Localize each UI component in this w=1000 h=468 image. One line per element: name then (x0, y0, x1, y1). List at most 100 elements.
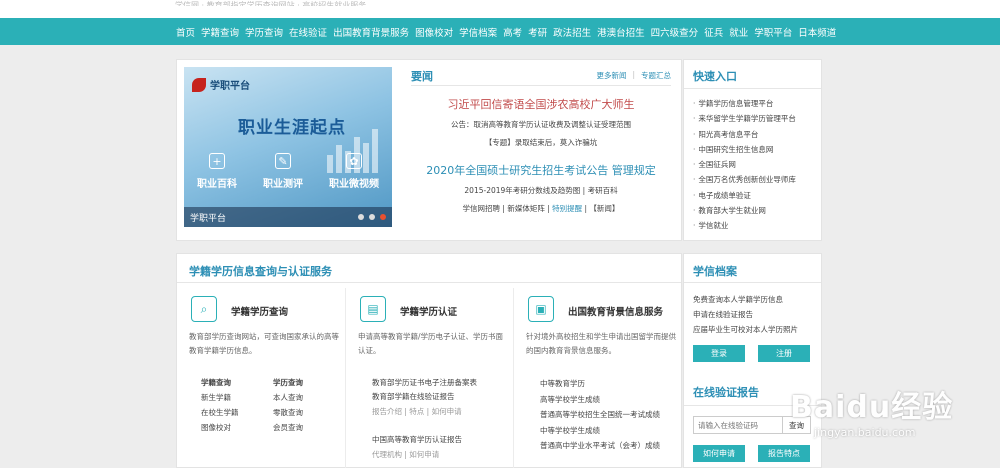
search-document-icon: ⌕ (191, 296, 217, 322)
nav-item[interactable]: 考研 (528, 25, 547, 39)
top-bar-text: 学信网 · 教育部指定学历查询网站 · 高校招生就业服务 (175, 1, 367, 6)
service-link[interactable]: 普通高中学业水平考试（会考）成绩 (540, 438, 660, 454)
query-link[interactable]: 在校生学籍 (201, 406, 273, 420)
nav-item[interactable]: 四六级查分 (651, 25, 699, 39)
query-link[interactable]: 本人查询 (273, 391, 333, 405)
verify-code-input[interactable] (693, 416, 783, 434)
quick-entry-link[interactable]: 阳光高考信息平台 (693, 127, 796, 142)
how-to-apply-button[interactable]: 如何申请 (693, 445, 745, 462)
service-column-overseas: ▣ 出国教育背景信息服务 针对境外高校招生和学生申请出国留学而提供的国内教育背景… (513, 288, 681, 468)
query-link[interactable]: 学籍查询 (201, 376, 273, 390)
nav-item[interactable]: 学历查询 (245, 25, 283, 39)
topics-link[interactable]: 专题汇总 (641, 70, 671, 81)
nav-item[interactable]: 高考 (503, 25, 522, 39)
query-link[interactable]: 学历查询 (273, 376, 333, 390)
nav-item[interactable]: 学职平台 (754, 25, 792, 39)
login-button[interactable]: 登录 (693, 345, 745, 362)
archive-link[interactable]: 申请在线验证报告 (693, 307, 798, 322)
archive-link[interactable]: 免费查询本人学籍学历信息 (693, 292, 798, 307)
query-link[interactable]: 零散查询 (273, 406, 333, 420)
carousel-feature[interactable]: ✎ 职业测评 (263, 153, 303, 190)
feature-label: 职业微视频 (329, 179, 379, 190)
feature-label: 职业测评 (263, 179, 303, 190)
news-link[interactable]: 学信网招聘 | 新媒体矩阵 | (463, 204, 553, 213)
quick-entry-link[interactable]: 教育部大学生就业网 (693, 203, 796, 218)
service-link[interactable]: 中国高等教育学历认证报告 (372, 433, 477, 447)
certificate-icon: ▤ (360, 296, 386, 322)
service-link[interactable]: 普通高等学校招生全国统一考试成绩 (540, 407, 660, 423)
query-link[interactable]: 会员查询 (273, 421, 333, 435)
special-reminder-link[interactable]: 特别提醒 (552, 204, 582, 213)
news-header-links: 更多新闻 | 专题汇总 (596, 70, 671, 81)
carousel-feature[interactable]: ✿ 职业微视频 (329, 153, 379, 190)
quick-entry-link[interactable]: 学信就业 (693, 218, 796, 233)
query-link[interactable]: 图像校对 (201, 421, 273, 435)
nav-item[interactable]: 日本频道 (798, 25, 836, 39)
nav-item[interactable]: 在线验证 (289, 25, 327, 39)
service-link[interactable]: 中等教育学历 (540, 376, 660, 392)
nav-item[interactable]: 港澳台招生 (597, 25, 645, 39)
nav-item[interactable]: 政法招生 (553, 25, 591, 39)
nav-items: 首页 学籍查询 学历查询 在线验证 出国教育背景服务 图像校对 学信档案 高考 考研 政法招生 港澳… (176, 18, 836, 45)
news-link[interactable]: | 【新闻】 (582, 204, 620, 213)
archive-link[interactable]: 应届毕业生可校对本人学历照片 (693, 322, 798, 337)
services-title: 学籍学历信息查询与认证服务 (189, 265, 332, 278)
nav-item[interactable]: 首页 (176, 25, 195, 39)
feature-icon: ✎ (275, 153, 291, 169)
carousel-dot[interactable] (358, 214, 364, 220)
quick-entry-link[interactable]: 全国万名优秀创新创业导师库 (693, 172, 796, 187)
service-link[interactable]: 中等学校学生成绩 (540, 423, 660, 439)
divider (684, 282, 821, 283)
news-headline[interactable]: 习近平回信寄语全国涉农高校广大师生 (411, 96, 671, 112)
verify-title: 在线验证报告 (693, 386, 759, 399)
quick-entry-link[interactable]: 全国征兵网 (693, 157, 796, 172)
nav-item[interactable]: 图像校对 (415, 25, 453, 39)
service-sublinks[interactable]: 报告介绍 | 特点 | 如何申请 (372, 405, 477, 419)
news-item[interactable]: 2015-2019年考研分数线及趋势图 | 考研百科 (411, 185, 671, 196)
carousel-feature[interactable]: + 职业百科 (197, 153, 237, 190)
watermark-logo: Baidu经验 (790, 390, 954, 425)
nav-item[interactable]: 就业 (729, 25, 748, 39)
nav-item[interactable]: 征兵 (704, 25, 723, 39)
carousel-dot[interactable] (369, 214, 375, 220)
service-link[interactable]: 教育部学籍在线验证报告 (372, 390, 477, 404)
register-button[interactable]: 注册 (758, 345, 810, 362)
nav-item[interactable]: 出国教育背景服务 (333, 25, 409, 39)
quick-entry-panel: 快速入口 学籍学历信息管理平台来华留学生学籍学历管理平台阳光高考信息平台中国研究… (683, 59, 822, 241)
carousel-dot-active[interactable] (380, 214, 386, 220)
news-item[interactable]: 【专题】录取结束后，莫入诈骗坑 (411, 137, 671, 148)
quick-entry-link[interactable]: 电子成绩单验证 (693, 188, 796, 203)
archive-list: 免费查询本人学籍学历信息 申请在线验证报告 应届毕业生可校对本人学历照片 (693, 292, 798, 337)
service-description: 申请高等教育学籍/学历电子认证、学历书面认证。 (358, 332, 504, 355)
feature-icon: + (209, 153, 225, 169)
carousel-dots (358, 214, 386, 220)
quick-entry-link[interactable]: 学籍学历信息管理平台 (693, 96, 796, 111)
nav-item[interactable]: 学籍查询 (201, 25, 239, 39)
news-title: 要闻 (411, 70, 433, 83)
carousel-logo: 学职平台 (192, 77, 250, 92)
watermark-url: jingyan.baidu.com (814, 426, 916, 439)
career-carousel[interactable]: 学职平台 职业生涯起点 + 职业百科 ✎ 职业测评 ✿ 职业微视频 学职平台 (184, 67, 392, 227)
service-description: 针对境外高校招生和学生申请出国留学而提供的国内教育背景信息服务。 (526, 332, 676, 355)
nav-item[interactable]: 学信档案 (459, 25, 497, 39)
query-link[interactable]: 新生学籍 (201, 391, 273, 405)
service-name[interactable]: 学籍学历认证 (400, 304, 457, 318)
carousel-caption: 学职平台 (190, 214, 227, 224)
divider (684, 88, 821, 89)
news-item-links: 学信网招聘 | 新媒体矩阵 | 特别提醒 | 【新闻】 (411, 203, 671, 214)
quick-entry-link[interactable]: 中国研究生招生信息网 (693, 142, 796, 157)
service-link[interactable]: 教育部学历证书电子注册备案表 (372, 376, 477, 390)
quick-entry-link[interactable]: 来华留学生学籍学历管理平台 (693, 111, 796, 126)
certification-links: 教育部学历证书电子注册备案表 教育部学籍在线验证报告 报告介绍 | 特点 | 如… (372, 376, 477, 462)
service-sublinks[interactable]: 代理机构 | 如何申请 (372, 448, 477, 462)
service-name[interactable]: 出国教育背景信息服务 (568, 304, 663, 318)
report-features-button[interactable]: 报告特点 (758, 445, 810, 462)
service-link[interactable]: 高等学校学生成绩 (540, 392, 660, 408)
more-news-link[interactable]: 更多新闻 (596, 70, 626, 81)
service-name[interactable]: 学籍学历查询 (231, 304, 288, 318)
banner-news-panel: 学职平台 职业生涯起点 + 职业百科 ✎ 职业测评 ✿ 职业微视频 学职平台 要闻 更多新… (176, 59, 682, 241)
news-headline[interactable]: 2020年全国硕士研究生招生考试公告 管理规定 (411, 162, 671, 178)
news-item[interactable]: 公告：取消高等教育学历认证收费及调整认证受理范围 (411, 119, 671, 130)
feature-icon: ✿ (346, 153, 362, 169)
news-list: 习近平回信寄语全国涉农高校广大师生 公告：取消高等教育学历认证收费及调整认证受理… (411, 96, 671, 221)
